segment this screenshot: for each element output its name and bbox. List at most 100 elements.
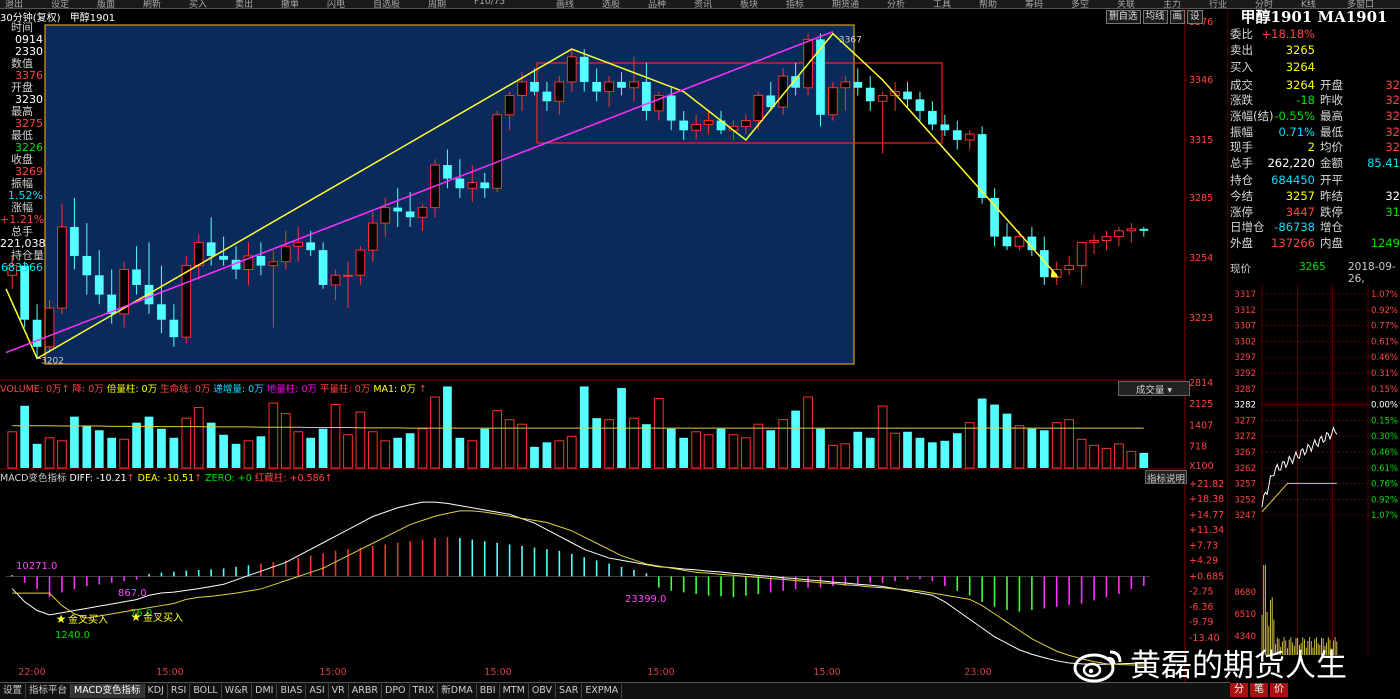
quote-value2: 32 xyxy=(1385,140,1400,155)
mini-price-tick: 3262 xyxy=(1234,464,1256,474)
quote-key2: 跌停 xyxy=(1320,204,1343,219)
volume-bar xyxy=(940,440,950,468)
indicator-legend-item: ↑ xyxy=(415,384,427,395)
volume-bar xyxy=(169,437,179,468)
volume-select[interactable]: 成交量 ▾ xyxy=(1118,381,1190,396)
volume-tick: 1407 xyxy=(1189,421,1213,432)
volume-bar xyxy=(766,430,776,468)
volume-bar xyxy=(7,431,18,469)
volume-tick: 718 xyxy=(1189,441,1207,452)
quote-key2: 内盘 xyxy=(1320,235,1343,250)
quote-key2: 昨收 xyxy=(1320,93,1343,108)
time-tick: 15:00 xyxy=(156,667,183,678)
volume-bar xyxy=(1064,419,1075,469)
quote-key: 持仓 xyxy=(1230,173,1253,188)
indicator-tab[interactable]: VR xyxy=(329,684,349,698)
price-tick: 3315 xyxy=(1189,135,1213,146)
low-label: 3202 xyxy=(41,356,64,366)
indicator-legend-item: MACD变色指标 xyxy=(0,473,70,484)
indicator-tab[interactable]: ARBR xyxy=(349,684,382,698)
indicator-tab[interactable]: RSI xyxy=(168,684,191,698)
volume-bar xyxy=(44,437,55,469)
indicator-tab[interactable]: KDJ xyxy=(145,684,168,698)
right-tab[interactable]: 分 xyxy=(1230,683,1248,697)
volume-bar xyxy=(728,434,739,469)
mini-pct-tick: 0.77% xyxy=(1371,322,1398,332)
candle-body xyxy=(940,124,950,131)
chart-top-buttons: 删自选 均线画设 xyxy=(1106,9,1205,24)
mini-pct-tick: 0.00% xyxy=(1371,401,1398,411)
volume-bar xyxy=(492,410,503,469)
indicator-tab[interactable]: MACD变色指标 xyxy=(71,684,145,698)
indicator-tab[interactable]: W&R xyxy=(222,684,253,698)
volume-bar xyxy=(306,437,316,468)
candle-body xyxy=(467,181,478,189)
volume-bar xyxy=(57,440,67,469)
candle-body xyxy=(32,319,42,347)
macd-tick: +7.73 xyxy=(1189,541,1218,552)
intraday-mini-chart[interactable]: 3317 3312 3307 3302 3297 3292 3287 3282 3277 3272… xyxy=(1228,285,1400,682)
quote-value2: 32 xyxy=(1385,124,1400,139)
draw-button[interactable]: 画 xyxy=(1169,10,1186,24)
chart-area[interactable]: 32023367 10271.0867.076.01240.023399.0★ 金… xyxy=(0,8,1228,682)
volume-bar xyxy=(1039,430,1049,468)
indicator-legend-item: 地量柱: 0万 xyxy=(263,384,317,395)
volume-bar xyxy=(417,428,428,469)
volume-bar xyxy=(1114,443,1124,469)
indicator-tab[interactable]: BIAS xyxy=(277,684,307,698)
indicator-tab[interactable]: EXPMA xyxy=(582,684,623,698)
mini-price-tick: 3252 xyxy=(1234,495,1256,505)
volume-bar xyxy=(94,430,104,468)
toolbar-item[interactable]: F10/75 xyxy=(474,0,505,7)
indicator-tab[interactable]: 新DMA xyxy=(438,684,477,698)
remove-favorite-button[interactable]: 删自选 xyxy=(1106,10,1141,24)
mini-price-tick: 3297 xyxy=(1234,353,1256,363)
volume-bar xyxy=(877,405,888,469)
left-info-panel: 时间 0914 2330 数值 3376 开盘 3230 最高 3275 最低 3226 收盘 3269… xyxy=(0,8,46,278)
indicator-tab[interactable]: BBI xyxy=(477,684,500,698)
indicator-tab[interactable]: TRIX xyxy=(410,684,439,698)
quote-value2: 32 xyxy=(1385,109,1400,123)
candle-body xyxy=(293,241,304,247)
mini-price-tick: 6510 xyxy=(1234,610,1256,620)
right-tab[interactable]: 价 xyxy=(1270,683,1288,697)
highlight-box xyxy=(44,24,855,365)
indicator-help-button[interactable]: 指标说明 xyxy=(1145,470,1187,485)
right-tab[interactable]: 笔 xyxy=(1250,683,1268,697)
ma-button[interactable]: 均线 xyxy=(1142,10,1168,24)
macd-value-label: 10271.0 xyxy=(16,561,57,572)
indicator-tab[interactable]: BOLL xyxy=(190,684,222,698)
volume-bar xyxy=(703,434,714,469)
volume-bar xyxy=(467,440,478,469)
volume-bar xyxy=(480,428,490,468)
watermark-text: 黄磊的期货人生 xyxy=(1130,648,1347,684)
volume-tick: 2814 xyxy=(1189,378,1213,389)
mini-pct-tick: 0.92% xyxy=(1371,306,1398,316)
indicator-tab[interactable]: ASI xyxy=(306,684,329,698)
settings-button[interactable]: 设 xyxy=(1187,10,1203,24)
volume-bar xyxy=(853,431,863,468)
quote-value: 262,220 xyxy=(1267,155,1315,170)
indicator-tab[interactable]: SAR xyxy=(556,684,583,698)
indicator-legend-item: ZERO: +0 xyxy=(202,473,252,484)
mini-price-tick: 3272 xyxy=(1234,432,1256,442)
indicator-tab[interactable]: OBV xyxy=(529,684,557,698)
quote-title: 甲醇1901 MA1901 xyxy=(1240,8,1388,26)
info-value: 683366 xyxy=(1,261,43,274)
indicator-tab[interactable]: 设置 xyxy=(0,684,27,698)
quote-value2: 32 xyxy=(1385,77,1400,92)
weibo-logo-icon xyxy=(1073,650,1122,683)
indicator-tab[interactable]: DMI xyxy=(252,684,278,698)
volume-bar xyxy=(367,431,378,469)
indicator-tab[interactable]: MTM xyxy=(500,684,529,698)
volume-bar xyxy=(157,428,166,468)
macd-tick: -6.36 xyxy=(1189,602,1214,613)
candle-body xyxy=(517,81,527,96)
indicator-tab[interactable]: 指标平台 xyxy=(26,684,72,698)
volume-bar xyxy=(318,428,328,468)
indicator-tab[interactable]: DPO xyxy=(382,684,410,698)
quote-row: 持仓 684450 开平 xyxy=(1230,173,1400,188)
candle-body xyxy=(828,87,838,116)
indicator-legend-item: 红藏柱: +0.586 xyxy=(251,473,325,484)
quote-key: 卖出 xyxy=(1230,42,1253,57)
